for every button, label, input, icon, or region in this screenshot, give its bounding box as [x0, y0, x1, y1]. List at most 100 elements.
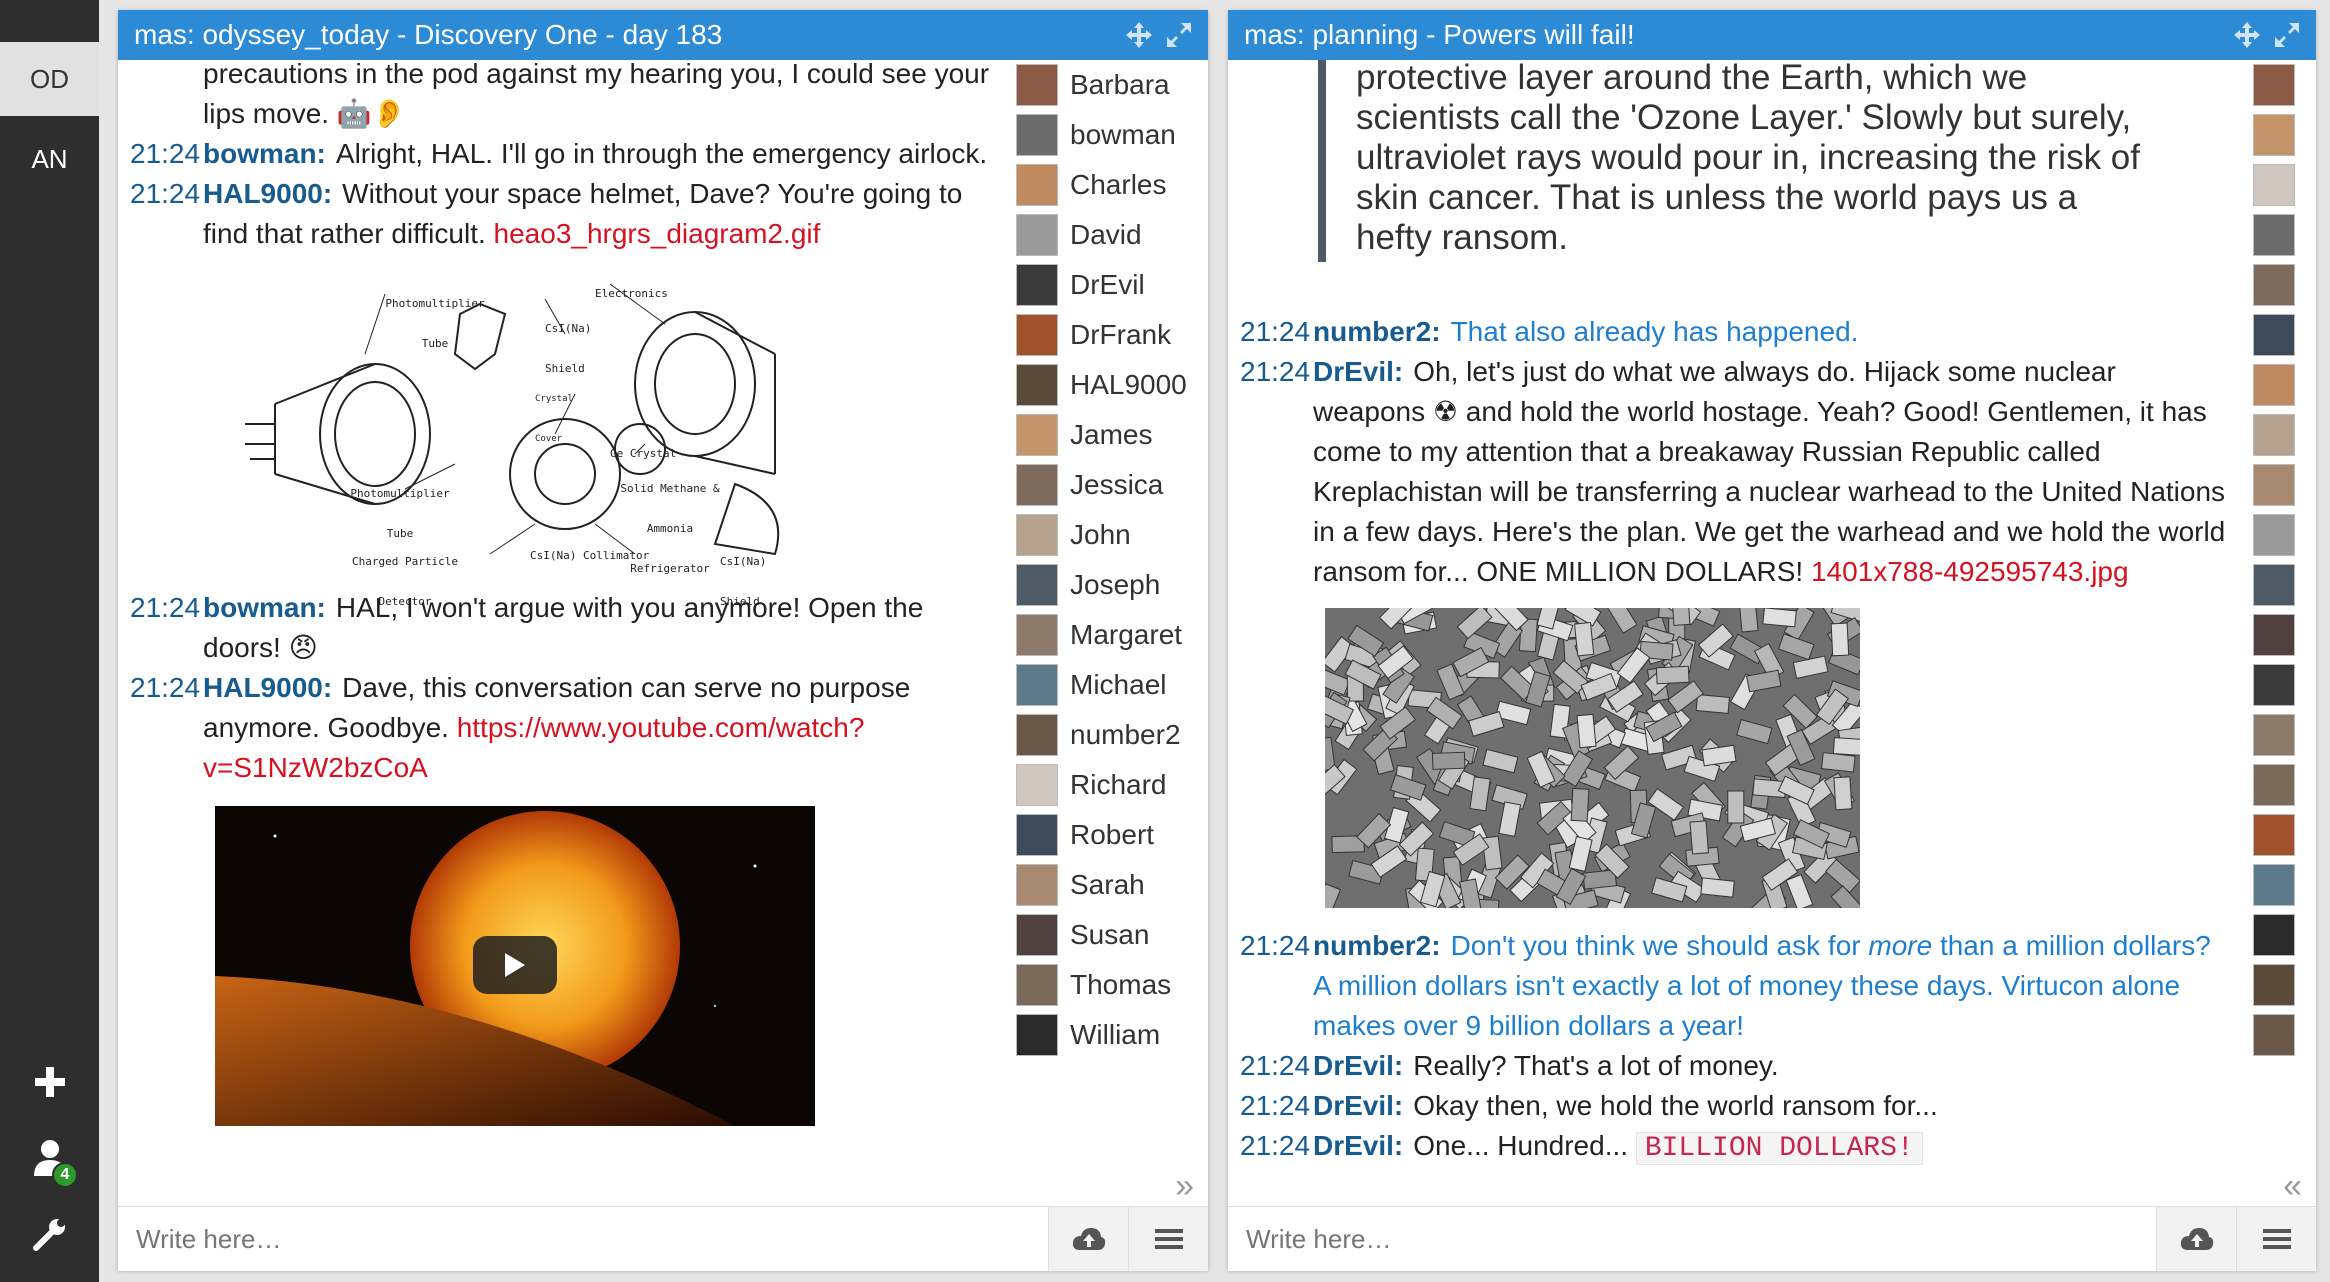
user-avatar-item[interactable] [2253, 960, 2313, 1010]
user-list-item[interactable]: Michael [1016, 660, 1196, 710]
user-avatar-item[interactable] [2253, 610, 2313, 660]
user-avatar-item[interactable] [2253, 110, 2313, 160]
collapse-users-icon[interactable]: « [2283, 1167, 2302, 1206]
message: 21:24 HAL9000: Without your space helmet,… [118, 174, 1018, 254]
user-avatar-item[interactable] [2253, 460, 2313, 510]
sidebar-item-od[interactable]: OD [0, 42, 99, 116]
user-list-item[interactable]: Joseph [1016, 560, 1196, 610]
avatar [2253, 64, 2295, 106]
user-list-item[interactable]: David [1016, 210, 1196, 260]
upload-icon[interactable] [2156, 1207, 2236, 1271]
user-list-item[interactable]: bowman [1016, 110, 1196, 160]
message-link[interactable]: 1401x788-492595743.jpg [1811, 556, 2129, 587]
banknote [1576, 713, 1597, 749]
user-avatar-item[interactable] [2253, 510, 2313, 560]
nick[interactable]: bowman: [203, 592, 326, 623]
user-list-item[interactable]: James [1016, 410, 1196, 460]
user-avatar-item[interactable] [2253, 560, 2313, 610]
upload-icon[interactable] [1048, 1207, 1128, 1271]
nick[interactable]: HAL9000: [203, 178, 332, 209]
user-list-item[interactable]: number2 [1016, 710, 1196, 760]
chat-window-planning: mas: planning - Powers will fail! protec… [1228, 10, 2316, 1271]
user-avatar-item[interactable] [2253, 60, 2313, 110]
avatar [2253, 414, 2295, 456]
user-avatar-item[interactable] [2253, 410, 2313, 460]
user-list-item[interactable]: Richard [1016, 760, 1196, 810]
move-icon[interactable] [2232, 20, 2262, 50]
user-name: HAL9000 [1070, 369, 1187, 400]
move-icon[interactable] [1124, 20, 1154, 50]
user-avatar-item[interactable] [2253, 260, 2313, 310]
menu-icon[interactable] [2236, 1207, 2316, 1271]
avatar [2253, 614, 2295, 656]
user-icon[interactable]: 4 [0, 1120, 99, 1196]
nick[interactable]: bowman: [203, 138, 326, 169]
user-avatar-item[interactable] [2253, 160, 2313, 210]
menu-icon[interactable] [1128, 1207, 1208, 1271]
user-name: James [1070, 419, 1153, 450]
message-input[interactable] [1228, 1207, 2156, 1271]
user-name: DrFrank [1070, 319, 1172, 350]
window-titlebar[interactable]: mas: planning - Powers will fail! [1228, 10, 2316, 60]
user-list-item[interactable]: DrEvil [1016, 260, 1196, 310]
nick[interactable]: DrEvil: [1313, 1050, 1403, 1081]
banknote [1738, 608, 1759, 633]
sidebar-item-an[interactable]: AN [0, 122, 99, 196]
user-avatar-item[interactable] [2253, 660, 2313, 710]
diagram-image[interactable]: Photomultiplier Tube Electronics CsI(Na)… [215, 274, 805, 608]
user-avatar-item[interactable] [2253, 310, 2313, 360]
message: 21:24 DrEvil: One... Hundred... BILLION D… [1228, 1126, 2238, 1169]
window-titlebar[interactable]: mas: odyssey_today - Discovery One - day… [118, 10, 1208, 60]
user-avatar-item[interactable] [2253, 760, 2313, 810]
maximize-icon[interactable] [2272, 20, 2302, 50]
user-avatar-item[interactable] [2253, 210, 2313, 260]
message-input[interactable] [118, 1207, 1048, 1271]
user-avatar-item[interactable] [2253, 1010, 2313, 1060]
avatar [1016, 914, 1058, 956]
banknote [1820, 752, 1856, 773]
video-thumbnail[interactable] [215, 806, 815, 1126]
banknote [1325, 883, 1342, 908]
user-list-item[interactable]: HAL9000 [1016, 360, 1196, 410]
nick[interactable]: DrEvil: [1313, 1130, 1403, 1161]
avatar [2253, 714, 2295, 756]
banknote [1762, 608, 1797, 628]
money-image[interactable] [1325, 608, 1860, 908]
user-list-item[interactable]: Robert [1016, 810, 1196, 860]
nick[interactable]: DrEvil: [1313, 1090, 1403, 1121]
play-icon[interactable] [473, 936, 557, 994]
banknote [1695, 694, 1731, 714]
user-avatar-item[interactable] [2253, 860, 2313, 910]
avatar [1016, 214, 1058, 256]
user-list-item[interactable]: John [1016, 510, 1196, 560]
user-list-item[interactable]: Jessica [1016, 460, 1196, 510]
user-list-item[interactable]: Charles [1016, 160, 1196, 210]
user-list-item[interactable]: Barbara [1016, 60, 1196, 110]
message-link[interactable]: heao3_hrgrs_diagram2.gif [494, 218, 821, 249]
avatar [2253, 264, 2295, 306]
nick[interactable]: HAL9000: [203, 672, 332, 703]
message-text: precautions in the pod against my hearin… [203, 60, 990, 129]
timestamp: 21:24 [130, 592, 201, 623]
collapse-users-icon[interactable]: » [1175, 1167, 1194, 1206]
user-avatar-item[interactable] [2253, 360, 2313, 410]
user-avatar-item[interactable] [2253, 810, 2313, 860]
chat-window-odyssey: mas: odyssey_today - Discovery One - day… [118, 10, 1208, 1271]
user-name: John [1070, 519, 1131, 550]
user-list-item[interactable]: Thomas [1016, 960, 1196, 1010]
user-list-item[interactable]: Margaret [1016, 610, 1196, 660]
nick[interactable]: DrEvil: [1313, 356, 1403, 387]
user-list-item[interactable]: Susan [1016, 910, 1196, 960]
user-list-item[interactable]: DrFrank [1016, 310, 1196, 360]
wrench-icon[interactable] [0, 1196, 99, 1272]
nick[interactable]: number2: [1313, 316, 1441, 347]
plus-icon[interactable] [0, 1044, 99, 1120]
user-list-item[interactable]: William [1016, 1010, 1196, 1060]
nick[interactable]: number2: [1313, 930, 1441, 961]
user-avatar-item[interactable] [2253, 710, 2313, 760]
maximize-icon[interactable] [1164, 20, 1194, 50]
avatar [1016, 114, 1058, 156]
avatar [1016, 564, 1058, 606]
user-list-item[interactable]: Sarah [1016, 860, 1196, 910]
user-avatar-item[interactable] [2253, 910, 2313, 960]
